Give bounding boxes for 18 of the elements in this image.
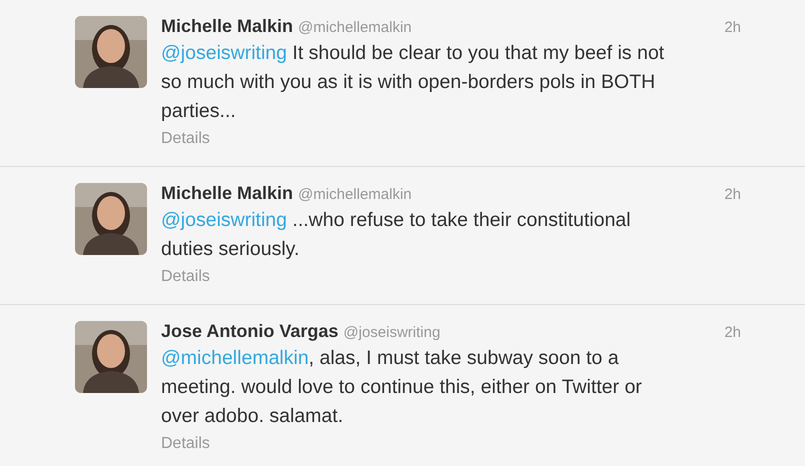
details-link[interactable]: Details	[161, 435, 210, 453]
mention-link[interactable]: @joseiswriting	[161, 209, 287, 231]
timestamp: 2h	[724, 19, 741, 36]
user-name[interactable]: Jose Antonio Vargas	[161, 321, 338, 341]
tweet-text: @joseiswriting ...who refuse to take their constitutional duties seriously.	[161, 208, 632, 262]
details-link[interactable]: Details	[161, 268, 210, 286]
mention-link[interactable]: @joseiswriting	[161, 42, 287, 64]
details-link[interactable]: Details	[161, 130, 210, 148]
mention-link[interactable]: @michellemalkin	[161, 347, 309, 369]
user-handle: @michellemalkin	[298, 19, 412, 36]
timestamp: 2h	[724, 186, 741, 203]
tweet-text: @michellemalkin, alas, I must take subway soon to a meeting. would love to continue this, either on Twitter or over adobo. salamat.	[161, 346, 643, 429]
user-handle: @joseiswriting	[343, 324, 440, 341]
user-name[interactable]: Michelle Malkin	[161, 183, 294, 203]
tweet-text: @joseiswriting It should be clear to you that my beef is not so much with you as it is with open-borders pols in BOTH parties...	[161, 41, 666, 124]
timestamp: 2h	[724, 324, 741, 341]
user-name[interactable]: Michelle Malkin	[161, 16, 294, 36]
user-handle: @michellemalkin	[298, 186, 412, 203]
